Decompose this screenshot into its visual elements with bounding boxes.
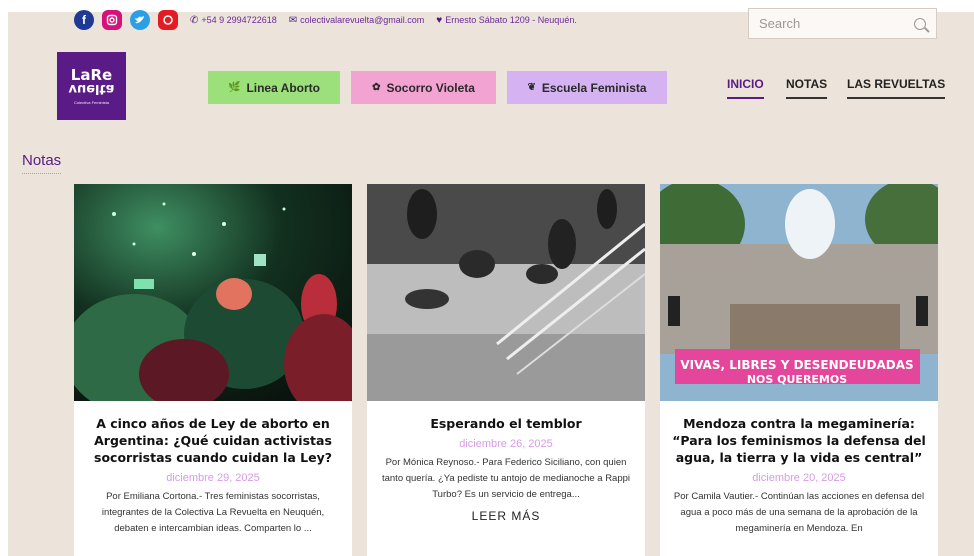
- section-title: Notas: [22, 152, 62, 174]
- flower-icon: ✿: [372, 82, 381, 93]
- phone-contact[interactable]: ✆ +54 9 2994722618: [190, 15, 277, 26]
- phone-icon: ✆: [190, 14, 199, 26]
- search-input[interactable]: [759, 16, 899, 31]
- escuela-feminista-label: Escuela Feminista: [541, 80, 647, 95]
- page: f ✆ +54 9 2994722618 ✉ colectivalarevuel…: [0, 0, 974, 556]
- feather-icon: ❦: [527, 82, 536, 93]
- article-title[interactable]: A cinco años de Ley de aborto en Argenti…: [86, 415, 340, 466]
- socorro-violeta-label: Socorro Violeta: [386, 80, 475, 95]
- phone-text: +54 9 2994722618: [201, 15, 277, 25]
- article-date: diciembre 26, 2025: [459, 438, 553, 450]
- logo-tagline: Colectiva Feminista: [74, 99, 109, 105]
- left-edge: [0, 0, 8, 556]
- svg-text:NOS QUEREMOS: NOS QUEREMOS: [747, 373, 847, 386]
- linea-aborto-button[interactable]: 🌿 Linea Aborto: [208, 71, 340, 104]
- mail-icon: ✉: [288, 14, 298, 26]
- escuela-feminista-button[interactable]: ❦ Escuela Feminista: [507, 71, 667, 104]
- article-title[interactable]: Esperando el temblor: [379, 415, 633, 432]
- article-card[interactable]: VIVAS, LIBRES Y DESENDEUDADAS NOS QUEREM…: [660, 184, 938, 556]
- article-date: diciembre 29, 2025: [166, 472, 260, 484]
- contact-bar: f ✆ +54 9 2994722618 ✉ colectivalarevuel…: [74, 10, 577, 30]
- email-text: colectivalarevuelta@gmail.com: [300, 15, 425, 25]
- nav-inicio[interactable]: INICIO: [727, 77, 764, 99]
- article-image[interactable]: [367, 184, 645, 401]
- search-box[interactable]: [748, 8, 937, 39]
- email-contact[interactable]: ✉ colectivalarevuelta@gmail.com: [289, 15, 425, 26]
- logo-line1: LaRe: [70, 65, 113, 84]
- address-contact: ♥ Ernesto Sábato 1209 - Neuquén.: [436, 15, 577, 26]
- article-image[interactable]: [74, 184, 352, 401]
- socorro-violeta-button[interactable]: ✿ Socorro Violeta: [351, 71, 496, 104]
- nav-las-revueltas[interactable]: LAS REVUELTAS: [847, 77, 946, 99]
- facebook-icon[interactable]: f: [74, 10, 94, 30]
- svg-text:VIVAS, LIBRES Y DESENDEUDADAS: VIVAS, LIBRES Y DESENDEUDADAS: [680, 358, 913, 372]
- site-logo[interactable]: LaRe vuelta Colectiva Feminista: [57, 52, 126, 120]
- article-date: diciembre 20, 2025: [752, 472, 846, 484]
- twitter-icon[interactable]: [130, 10, 150, 30]
- read-more-link[interactable]: LEER MÁS: [379, 509, 633, 523]
- youtube-icon[interactable]: [158, 10, 178, 30]
- article-excerpt: Por Camila Vautier.- Continúan las accio…: [673, 491, 925, 534]
- nav-notas[interactable]: NOTAS: [786, 77, 828, 99]
- article-excerpt: Por Emiliana Cortona.- Tres feministas s…: [101, 491, 325, 534]
- search-icon[interactable]: [914, 17, 926, 30]
- address-text: Ernesto Sábato 1209 - Neuquén.: [445, 15, 577, 25]
- article-excerpt: Por Mónica Reynoso.- Para Federico Sicil…: [381, 457, 631, 500]
- article-card[interactable]: Esperando el temblor diciembre 26, 2025 …: [367, 184, 645, 556]
- article-card[interactable]: A cinco años de Ley de aborto en Argenti…: [74, 184, 352, 556]
- logo-line2: vuelta: [68, 80, 115, 96]
- article-image[interactable]: VIVAS, LIBRES Y DESENDEUDADAS NOS QUEREM…: [660, 184, 938, 401]
- leaf-icon: 🌿: [227, 82, 241, 93]
- article-title[interactable]: Mendoza contra la megaminería: “Para los…: [672, 415, 926, 466]
- linea-aborto-label: Linea Aborto: [246, 80, 320, 95]
- location-pin-icon: ♥: [436, 14, 443, 26]
- instagram-icon[interactable]: [102, 10, 122, 30]
